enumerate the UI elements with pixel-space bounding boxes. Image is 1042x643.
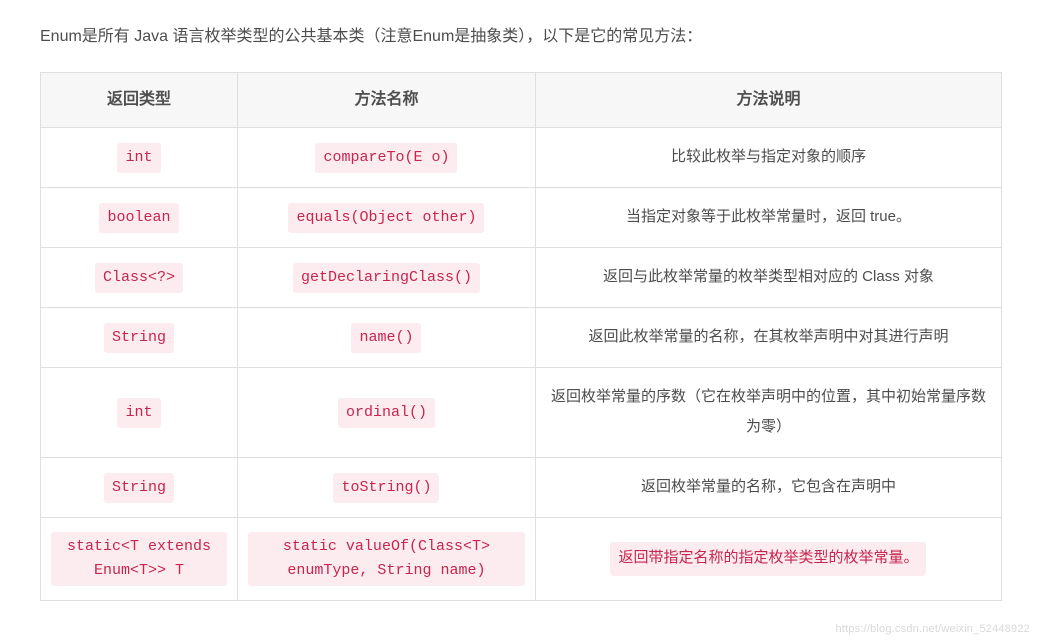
cell-method-name: toString() [238, 457, 536, 517]
table-row: int ordinal() 返回枚举常量的序数（它在枚举声明中的位置，其中初始常量序… [41, 367, 1002, 457]
cell-method-name: name() [238, 307, 536, 367]
table-row: Class<?> getDeclaringClass() 返回与此枚举常量的枚举类型… [41, 247, 1002, 307]
description-text: 当指定对象等于此枚举常量时，返回 true。 [626, 208, 911, 225]
description-highlighted: 返回带指定名称的指定枚举类型的枚举常量。 [610, 542, 926, 577]
cell-return-type: boolean [41, 187, 238, 247]
description-text: 返回与此枚举常量的枚举类型相对应的 Class 对象 [603, 268, 934, 285]
header-method-name: 方法名称 [238, 72, 536, 127]
watermark-text: https://blog.csdn.net/weixin_52448922 [835, 623, 1030, 635]
method-name-code: compareTo(E o) [315, 143, 457, 173]
cell-description: 返回枚举常量的名称，它包含在声明中 [535, 457, 1001, 517]
return-type-code: String [104, 473, 174, 503]
return-type-code: boolean [99, 203, 178, 233]
table-header-row: 返回类型 方法名称 方法说明 [41, 72, 1002, 127]
cell-description: 返回带指定名称的指定枚举类型的枚举常量。 [535, 517, 1001, 600]
cell-method-name: compareTo(E o) [238, 127, 536, 187]
cell-return-type: int [41, 367, 238, 457]
return-type-code: int [117, 398, 160, 428]
table-row: String toString() 返回枚举常量的名称，它包含在声明中 [41, 457, 1002, 517]
cell-method-name: equals(Object other) [238, 187, 536, 247]
cell-return-type: Class<?> [41, 247, 238, 307]
method-name-code: toString() [333, 473, 439, 503]
cell-description: 当指定对象等于此枚举常量时，返回 true。 [535, 187, 1001, 247]
return-type-code: static<T extends Enum<T>> T [51, 532, 227, 586]
method-name-code: name() [351, 323, 421, 353]
cell-method-name: static valueOf(Class<T> enumType, String… [238, 517, 536, 600]
table-row: static<T extends Enum<T>> T static valueO… [41, 517, 1002, 600]
description-text: 返回枚举常量的名称，它包含在声明中 [641, 478, 896, 495]
method-name-code: ordinal() [338, 398, 435, 428]
description-text: 返回枚举常量的序数（它在枚举声明中的位置，其中初始常量序数为零） [551, 388, 986, 435]
cell-method-name: getDeclaringClass() [238, 247, 536, 307]
method-name-code: equals(Object other) [288, 203, 484, 233]
cell-return-type: static<T extends Enum<T>> T [41, 517, 238, 600]
table-row: String name() 返回此枚举常量的名称，在其枚举声明中对其进行声明 [41, 307, 1002, 367]
header-return-type: 返回类型 [41, 72, 238, 127]
description-text: 返回此枚举常量的名称，在其枚举声明中对其进行声明 [588, 328, 948, 345]
cell-description: 比较此枚举与指定对象的顺序 [535, 127, 1001, 187]
header-description: 方法说明 [535, 72, 1001, 127]
method-name-code: getDeclaringClass() [293, 263, 480, 293]
return-type-code: Class<?> [95, 263, 183, 293]
enum-methods-table: 返回类型 方法名称 方法说明 int compareTo(E o) 比较此枚举与指定… [40, 72, 1002, 601]
cell-return-type: String [41, 307, 238, 367]
cell-return-type: int [41, 127, 238, 187]
table-row: boolean equals(Object other) 当指定对象等于此枚举常量时… [41, 187, 1002, 247]
method-name-code: static valueOf(Class<T> enumType, String… [248, 532, 525, 586]
cell-return-type: String [41, 457, 238, 517]
cell-description: 返回枚举常量的序数（它在枚举声明中的位置，其中初始常量序数为零） [535, 367, 1001, 457]
cell-method-name: ordinal() [238, 367, 536, 457]
table-row: int compareTo(E o) 比较此枚举与指定对象的顺序 [41, 127, 1002, 187]
cell-description: 返回此枚举常量的名称，在其枚举声明中对其进行声明 [535, 307, 1001, 367]
return-type-code: String [104, 323, 174, 353]
cell-description: 返回与此枚举常量的枚举类型相对应的 Class 对象 [535, 247, 1001, 307]
return-type-code: int [117, 143, 160, 173]
intro-text: Enum是所有 Java 语言枚举类型的公共基本类（注意Enum是抽象类），以下… [40, 24, 1002, 50]
description-text: 比较此枚举与指定对象的顺序 [671, 148, 866, 165]
